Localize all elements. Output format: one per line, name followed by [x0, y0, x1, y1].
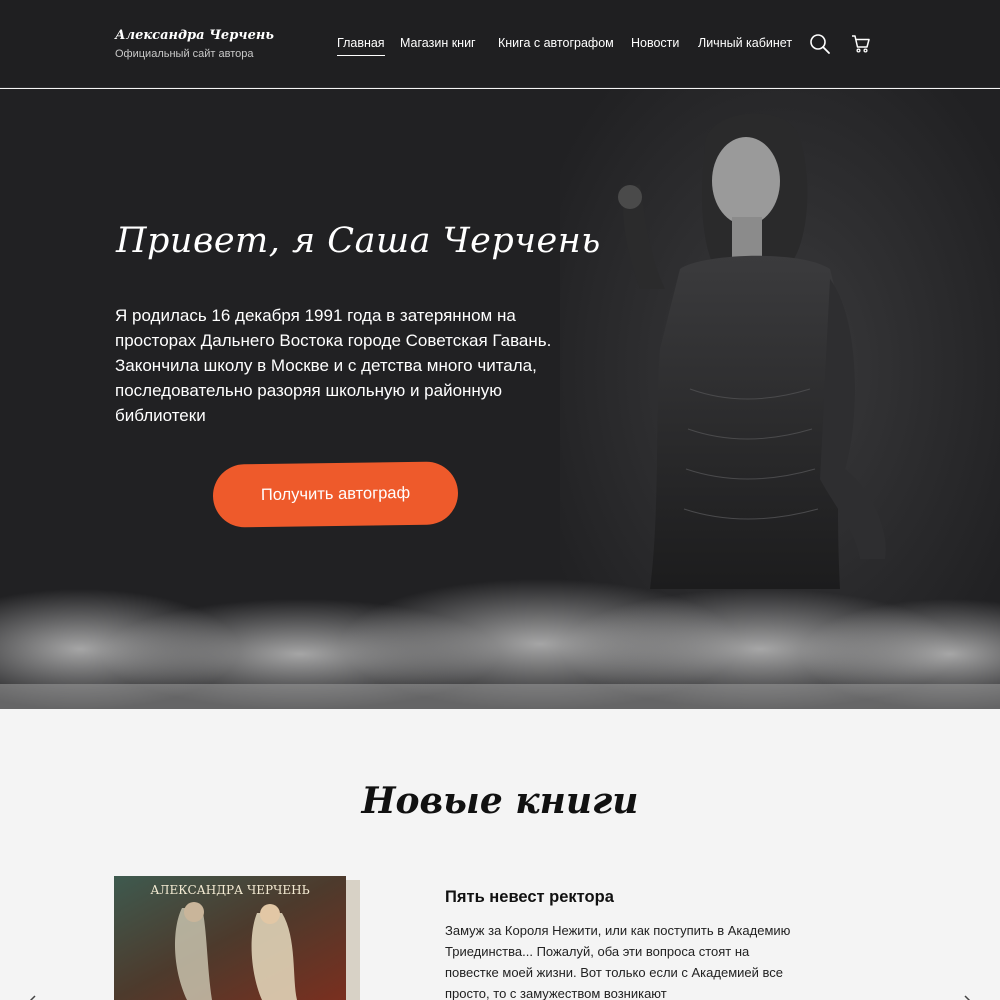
nav-item-account[interactable]: Личный кабинет	[698, 36, 792, 50]
carousel-next-icon[interactable]	[962, 990, 972, 1000]
nav-item-shop[interactable]: Магазин книг	[400, 36, 476, 50]
brand-name[interactable]: Александра Черчень	[115, 28, 274, 43]
nav-item-signed-book[interactable]: Книга с автографом	[498, 36, 614, 50]
nav-item-home[interactable]: Главная	[337, 36, 385, 56]
book-title[interactable]: Пять невест ректора	[445, 888, 614, 907]
carousel-prev-icon[interactable]	[28, 990, 38, 1000]
new-books-title: Новые книги	[361, 780, 639, 822]
book-cover-author: АЛЕКСАНДРА ЧЕРЧЕНЬ	[150, 883, 309, 897]
book-cover[interactable]: АЛЕКСАНДРА ЧЕРЧЕНЬ	[112, 868, 362, 1000]
nav-item-news[interactable]: Новости	[631, 36, 679, 50]
hero-intro-text: Я родилась 16 декабря 1991 года в затеря…	[115, 306, 552, 425]
hero-title: Привет, я Саша Черчень	[116, 221, 601, 261]
hero-section: Привет, я Саша Черчень Я родилась 16 дек…	[0, 89, 1000, 709]
search-icon[interactable]	[809, 33, 831, 55]
cart-icon[interactable]	[850, 33, 872, 55]
book-description: Замуж за Короля Нежити, или как поступит…	[445, 923, 791, 1000]
get-autograph-button[interactable]: Получить автограф	[212, 461, 459, 528]
site-header: Александра Черчень Официальный сайт авто…	[0, 0, 1000, 88]
brand-subtitle: Официальный сайт автора	[115, 48, 254, 60]
